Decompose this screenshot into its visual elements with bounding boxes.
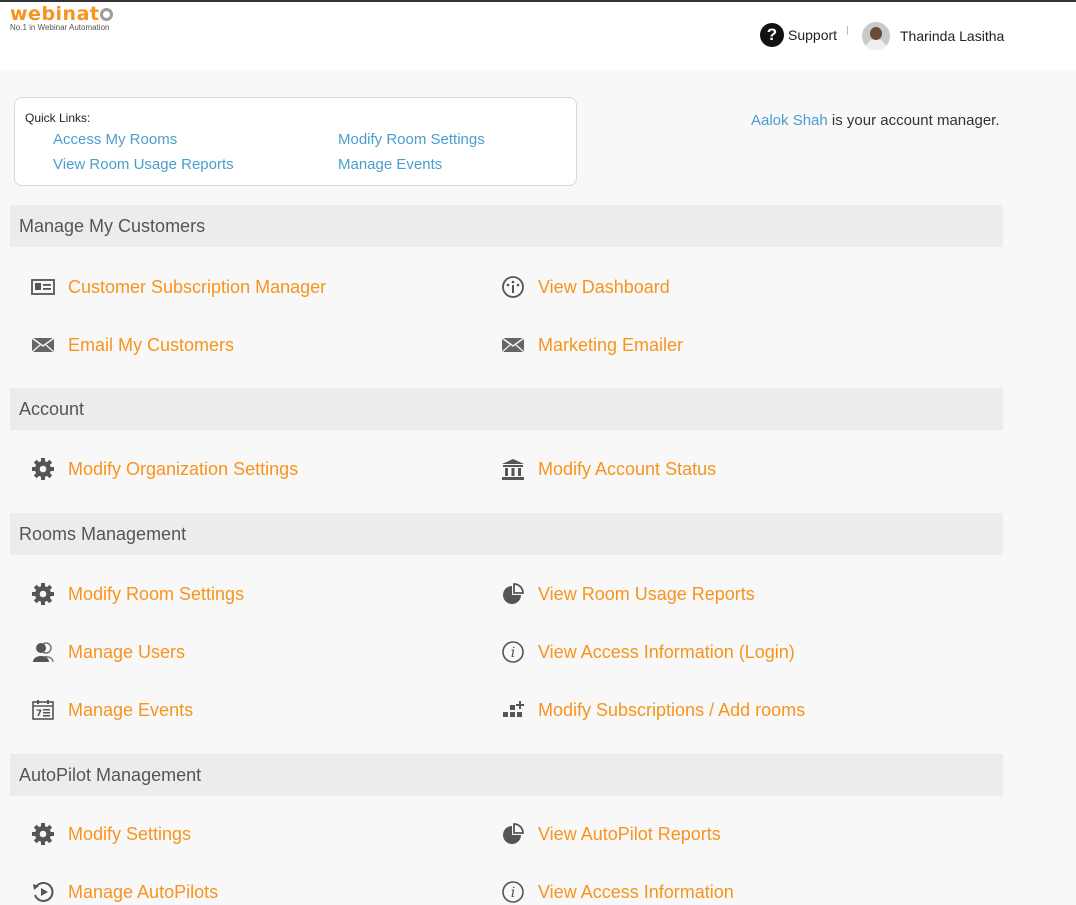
webinato-logo[interactable]: webinat No.1 in Webinar Automation	[10, 4, 114, 32]
menu-item-label: Modify Room Settings	[68, 583, 245, 604]
user-name: Tharinda Lasitha	[900, 28, 1005, 44]
menu-item-view-dashboard[interactable]: View Dashboard	[500, 274, 670, 300]
id-card-icon	[30, 274, 56, 300]
menu-item-label: View Room Usage Reports	[538, 583, 755, 604]
menu-item-label: Modify Settings	[68, 823, 192, 844]
users-icon	[30, 639, 56, 665]
calendar-icon: 7	[30, 697, 56, 723]
pie-chart-icon	[500, 821, 526, 847]
menu-item-label: View Access Information	[538, 881, 734, 902]
envelope-icon	[500, 332, 526, 358]
gear-icon	[30, 821, 56, 847]
menu-item-label: Modify Organization Settings	[68, 458, 299, 479]
menu-item-modify-subscriptions-add-rooms[interactable]: Modify Subscriptions / Add rooms	[500, 697, 805, 723]
menu-item-label: Customer Subscription Manager	[68, 276, 327, 297]
info-icon: i	[500, 639, 526, 665]
menu-item-view-autopilot-reports[interactable]: View AutoPilot Reports	[500, 821, 721, 847]
menu-item-view-access-information[interactable]: i View Access Information	[500, 879, 734, 905]
user-menu[interactable]: Tharinda Lasitha	[862, 22, 1004, 50]
svg-text:i: i	[511, 645, 515, 661]
quick-link-modify-room-settings[interactable]: Modify Room Settings	[338, 131, 485, 148]
menu-item-label: View Access Information (Login)	[538, 641, 795, 662]
support-link[interactable]: ? Support	[760, 23, 837, 47]
menu-item-label: View AutoPilot Reports	[538, 823, 721, 844]
menu-item-view-access-information-login[interactable]: i View Access Information (Login)	[500, 639, 795, 665]
add-blocks-icon	[500, 697, 526, 723]
menu-item-label: Email My Customers	[68, 334, 235, 355]
avatar	[862, 22, 890, 50]
svg-text:7: 7	[36, 709, 42, 719]
logo-tagline: No.1 in Webinar Automation	[10, 23, 110, 32]
gear-icon	[30, 456, 56, 482]
quick-links-title: Quick Links:	[25, 111, 91, 125]
quick-link-room-usage-reports[interactable]: View Room Usage Reports	[53, 156, 234, 173]
account-manager-suffix: is your account manager.	[827, 112, 1000, 129]
section-header-rooms-management: Rooms Management	[10, 513, 1003, 555]
menu-item-label: Manage AutoPilots	[68, 881, 219, 902]
section-header-manage-customers: Manage My Customers	[10, 205, 1003, 247]
pie-chart-icon	[500, 581, 526, 607]
menu-item-label: Manage Users	[68, 641, 186, 662]
quick-link-manage-events[interactable]: Manage Events	[338, 156, 442, 173]
section-header-autopilot-management: AutoPilot Management	[10, 754, 1003, 796]
header-divider	[847, 26, 848, 35]
play-cycle-icon	[30, 879, 56, 905]
menu-item-manage-autopilots[interactable]: Manage AutoPilots	[30, 879, 218, 905]
top-bar: webinat No.1 in Webinar Automation ? Sup…	[0, 2, 1076, 70]
gear-icon	[30, 581, 56, 607]
info-icon: i	[500, 879, 526, 905]
menu-item-label: Modify Account Status	[538, 458, 717, 479]
account-manager-note: Aalok Shah is your account manager.	[751, 112, 1000, 129]
menu-item-manage-users[interactable]: Manage Users	[30, 639, 185, 665]
menu-item-modify-account-status[interactable]: Modify Account Status	[500, 456, 716, 482]
menu-item-modify-room-settings[interactable]: Modify Room Settings	[30, 581, 244, 607]
menu-item-customer-subscription-manager[interactable]: Customer Subscription Manager	[30, 274, 326, 300]
menu-item-marketing-emailer[interactable]: Marketing Emailer	[500, 332, 683, 358]
dashboard-gauge-icon	[500, 274, 526, 300]
menu-item-view-room-usage-reports[interactable]: View Room Usage Reports	[500, 581, 755, 607]
menu-item-label: Marketing Emailer	[538, 334, 684, 355]
quick-link-access-rooms[interactable]: Access My Rooms	[53, 131, 177, 148]
svg-text:i: i	[511, 885, 515, 901]
menu-item-label: View Dashboard	[538, 276, 670, 297]
logo-wordmark: webinat	[10, 4, 114, 24]
account-manager-link[interactable]: Aalok Shah	[751, 112, 828, 129]
menu-item-modify-settings[interactable]: Modify Settings	[30, 821, 191, 847]
menu-item-email-customers[interactable]: Email My Customers	[30, 332, 234, 358]
quick-links-panel: Quick Links: Access My Rooms Modify Room…	[14, 97, 577, 186]
menu-item-label: Modify Subscriptions / Add rooms	[538, 699, 806, 720]
section-header-account: Account	[10, 388, 1003, 430]
bank-icon	[500, 456, 526, 482]
menu-item-modify-organization-settings[interactable]: Modify Organization Settings	[30, 456, 298, 482]
support-label: Support	[788, 27, 838, 43]
help-question-icon: ?	[760, 23, 784, 47]
menu-item-manage-events[interactable]: 7 Manage Events	[30, 697, 193, 723]
envelope-icon	[30, 332, 56, 358]
menu-item-label: Manage Events	[68, 699, 194, 720]
